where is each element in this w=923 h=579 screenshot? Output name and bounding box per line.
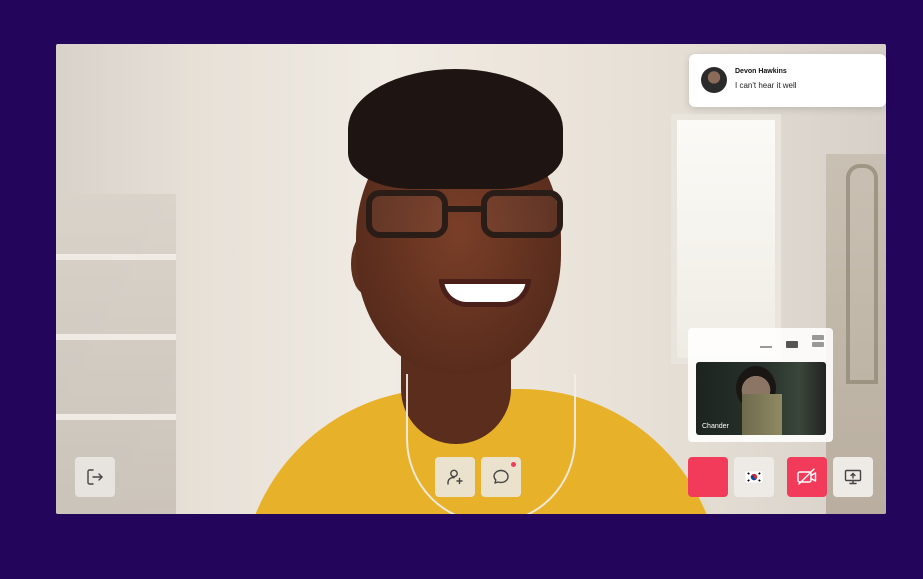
notification-sender: Devon Hawkins bbox=[735, 68, 787, 75]
background-shelf bbox=[56, 194, 176, 514]
record-button[interactable] bbox=[688, 457, 728, 497]
add-participant-button[interactable] bbox=[435, 457, 475, 497]
notification-message: I can't hear it well bbox=[735, 81, 797, 90]
smile bbox=[439, 279, 531, 307]
minimize-icon[interactable] bbox=[760, 346, 772, 348]
south-korea-flag-icon bbox=[745, 468, 763, 486]
glasses bbox=[366, 184, 571, 246]
background-window bbox=[671, 114, 781, 364]
single-view-icon[interactable] bbox=[786, 341, 798, 348]
camera-off-icon bbox=[796, 467, 818, 487]
camera-toggle-button[interactable] bbox=[787, 457, 827, 497]
main-video-feed bbox=[56, 44, 886, 514]
add-user-icon bbox=[445, 467, 465, 487]
unread-indicator bbox=[511, 462, 516, 467]
split-view-icon[interactable] bbox=[812, 335, 824, 348]
self-view-name: Chander bbox=[702, 423, 729, 430]
screen-share-icon bbox=[843, 467, 863, 487]
self-video: Chander bbox=[696, 362, 826, 435]
chat-notification[interactable]: Devon Hawkins I can't hear it well bbox=[689, 54, 886, 107]
exit-icon bbox=[85, 467, 105, 487]
chat-bubble-icon bbox=[491, 467, 511, 487]
chat-button[interactable] bbox=[481, 457, 521, 497]
self-view-panel[interactable]: Chander bbox=[688, 328, 833, 442]
language-button[interactable] bbox=[734, 457, 774, 497]
leave-call-button[interactable] bbox=[75, 457, 115, 497]
share-screen-button[interactable] bbox=[833, 457, 873, 497]
sender-avatar bbox=[701, 67, 727, 93]
